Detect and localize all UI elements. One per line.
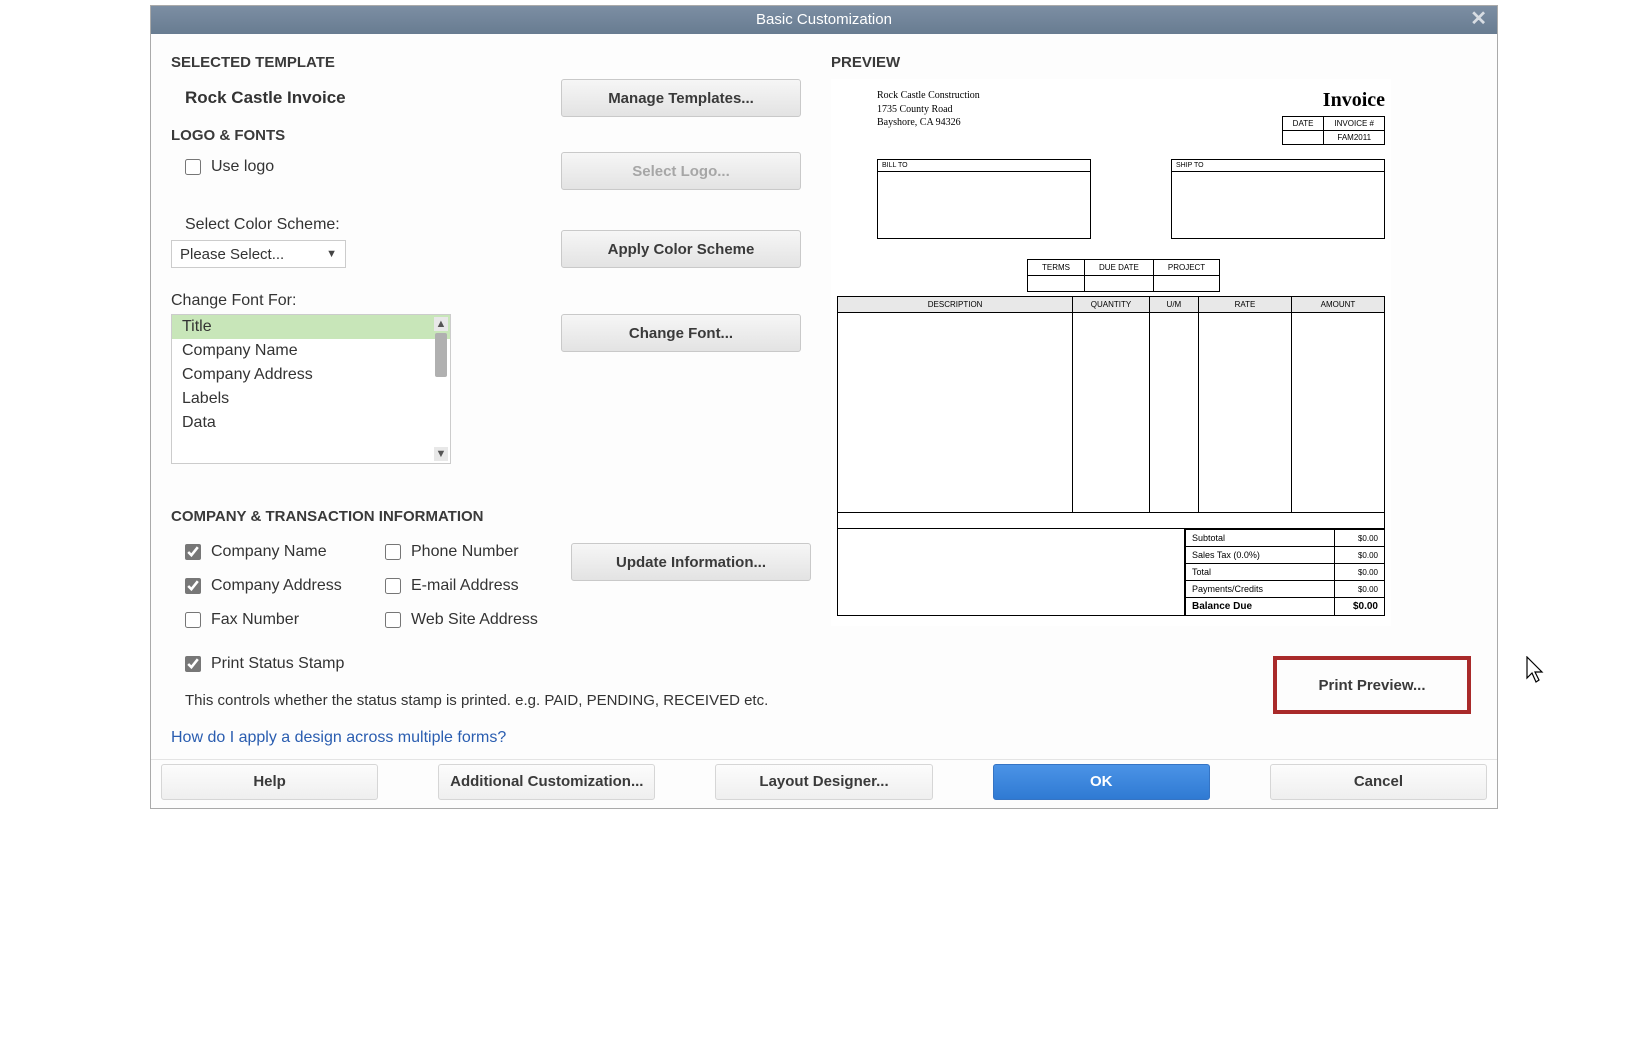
basic-customization-window: Basic Customization ✕ SELECTED TEMPLATE … (150, 5, 1498, 809)
manage-templates-button[interactable]: Manage Templates... (561, 79, 801, 117)
invoice-lines-table: DESCRIPTION QUANTITY U/M RATE AMOUNT (837, 296, 1385, 529)
invoice-preview: Rock Castle Construction 1735 County Roa… (831, 79, 1391, 626)
use-logo-label: Use logo (211, 158, 274, 176)
phone-number-checkbox[interactable]: Phone Number (371, 543, 571, 561)
change-font-button[interactable]: Change Font... (561, 314, 801, 352)
titlebar: Basic Customization ✕ (151, 6, 1497, 34)
cancel-button[interactable]: Cancel (1270, 764, 1487, 800)
update-information-button[interactable]: Update Information... (571, 543, 811, 581)
layout-designer-button[interactable]: Layout Designer... (715, 764, 932, 800)
select-logo-button: Select Logo... (561, 152, 801, 190)
print-preview-button[interactable]: Print Preview... (1287, 666, 1457, 704)
invoice-meta-table: DATEINVOICE # FAM2011 (1282, 116, 1385, 145)
company-info-heading: COMPANY & TRANSACTION INFORMATION (171, 508, 801, 525)
chevron-down-icon: ▼ (326, 248, 337, 260)
font-option-company-address[interactable]: Company Address (172, 363, 450, 387)
selected-template-heading: SELECTED TEMPLATE (171, 54, 801, 71)
invoice-title: Invoice (1282, 89, 1385, 112)
invoice-bill-to-box: BILL TO (877, 159, 1091, 239)
color-scheme-select[interactable]: Please Select... ▼ (171, 240, 346, 268)
website-address-checkbox[interactable]: Web Site Address (371, 611, 571, 629)
invoice-company-block: Rock Castle Construction 1735 County Roa… (837, 89, 980, 145)
invoice-company-addr1: 1735 County Road (877, 103, 980, 117)
template-name: Rock Castle Invoice (171, 88, 346, 108)
logo-fonts-heading: LOGO & FONTS (171, 127, 801, 144)
email-address-checkbox[interactable]: E-mail Address (371, 577, 571, 595)
ok-button[interactable]: OK (993, 764, 1210, 800)
change-font-for-label: Change Font For: (171, 292, 451, 310)
apply-color-scheme-button[interactable]: Apply Color Scheme (561, 230, 801, 268)
help-button[interactable]: Help (161, 764, 378, 800)
print-status-stamp-checkbox[interactable]: Print Status Stamp (171, 655, 801, 673)
font-option-data[interactable]: Data (172, 411, 450, 435)
scroll-thumb[interactable] (435, 333, 447, 377)
dialog-footer: Help Additional Customization... Layout … (151, 759, 1497, 808)
status-stamp-hint: This controls whether the status stamp i… (171, 681, 801, 711)
font-option-title[interactable]: Title (172, 315, 450, 339)
invoice-terms-table: TERMS DUE DATE PROJECT (1027, 259, 1220, 292)
close-icon[interactable]: ✕ (1470, 6, 1487, 34)
invoice-company-name: Rock Castle Construction (877, 89, 980, 103)
invoice-ship-to-box: SHIP TO (1171, 159, 1385, 239)
font-option-company-name[interactable]: Company Name (172, 339, 450, 363)
color-scheme-value: Please Select... (180, 246, 284, 263)
font-option-labels[interactable]: Labels (172, 387, 450, 411)
invoice-totals-table: Subtotal$0.00 Sales Tax (0.0%)$0.00 Tota… (1185, 529, 1385, 616)
scroll-up-icon[interactable]: ▲ (434, 317, 448, 331)
cursor-icon (1525, 656, 1547, 684)
company-address-checkbox[interactable]: Company Address (171, 577, 371, 595)
company-name-checkbox[interactable]: Company Name (171, 543, 371, 561)
fax-number-checkbox[interactable]: Fax Number (171, 611, 371, 629)
design-across-forms-link[interactable]: How do I apply a design across multiple … (171, 711, 801, 759)
font-listbox[interactable]: Title Company Name Company Address Label… (171, 314, 451, 464)
scroll-down-icon[interactable]: ▼ (434, 447, 448, 461)
color-scheme-label: Select Color Scheme: (171, 216, 346, 234)
print-preview-highlight: Print Preview... (1273, 656, 1471, 714)
preview-heading: PREVIEW (831, 54, 1477, 71)
font-listbox-scrollbar[interactable]: ▲ ▼ (434, 317, 448, 461)
window-title: Basic Customization (756, 11, 892, 28)
use-logo-checkbox[interactable]: Use logo (171, 158, 274, 176)
invoice-company-addr2: Bayshore, CA 94326 (877, 116, 980, 130)
additional-customization-button[interactable]: Additional Customization... (438, 764, 655, 800)
